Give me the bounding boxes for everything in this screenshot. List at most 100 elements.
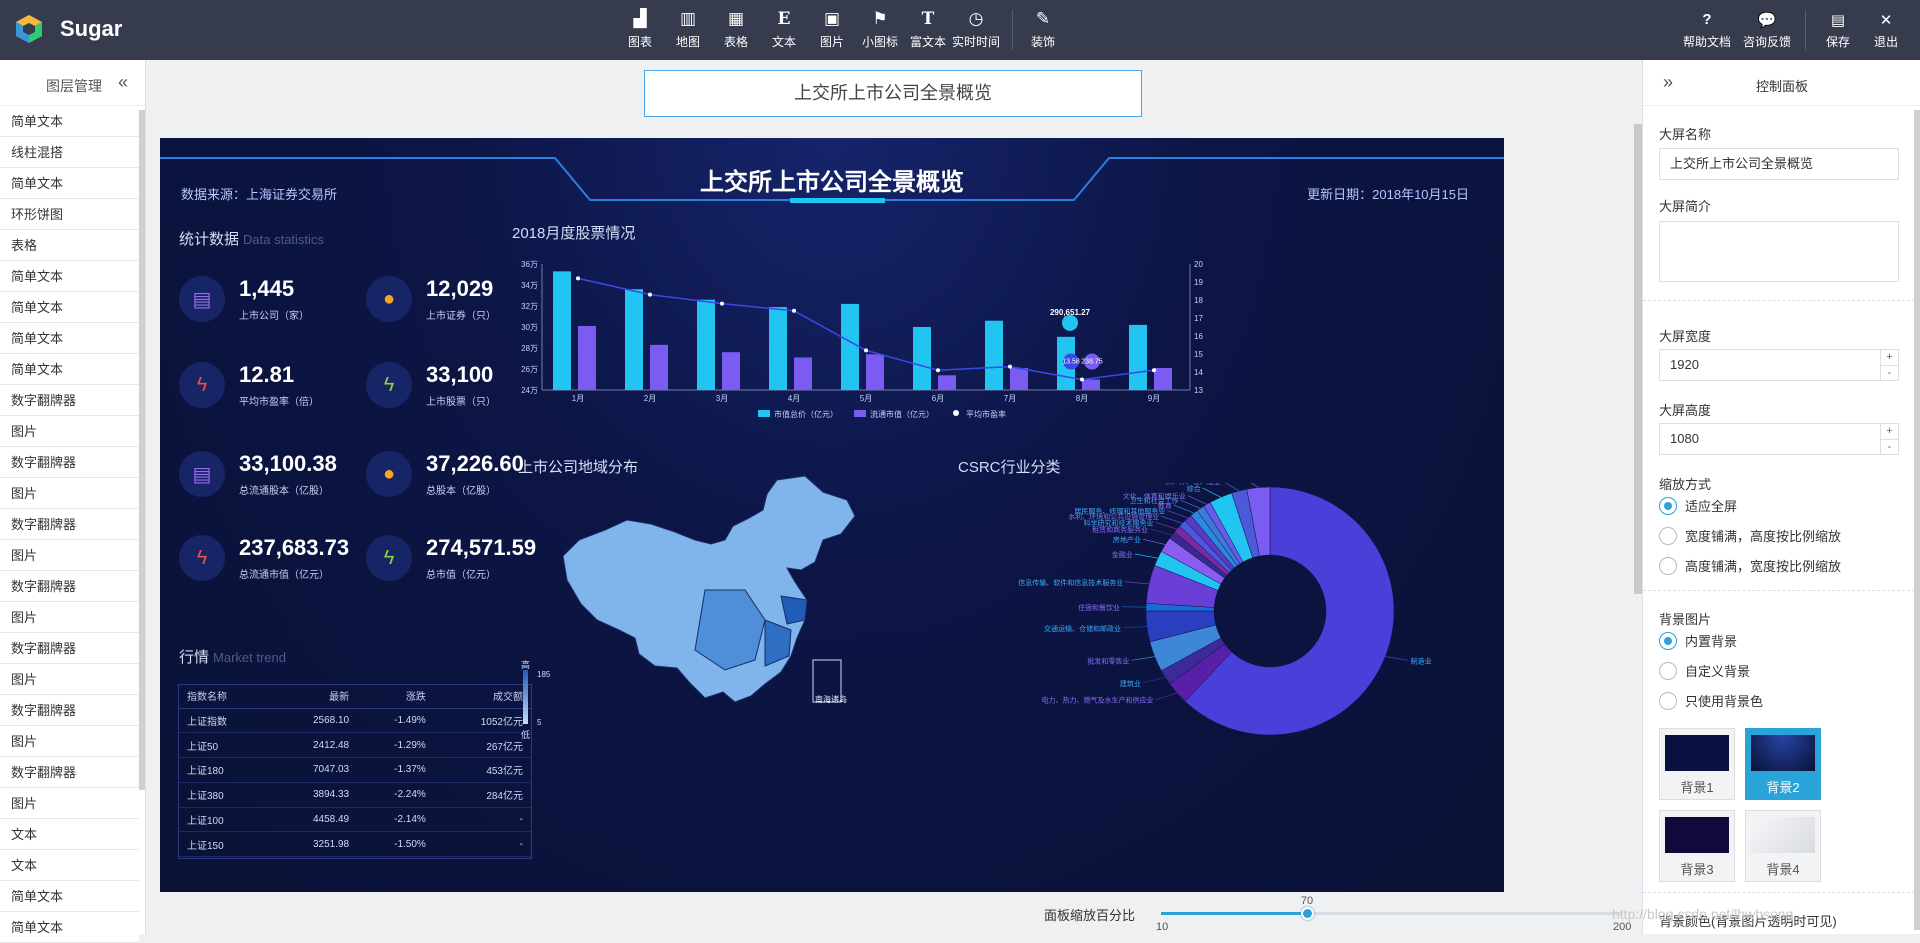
layer-item[interactable]: 线柱混搭 bbox=[0, 137, 139, 168]
layer-item[interactable]: 图片 bbox=[0, 478, 139, 509]
stat-card: ▤33,100.38总流通股本（亿股） bbox=[179, 449, 359, 505]
label-leader bbox=[1155, 693, 1177, 700]
label-leader bbox=[1385, 657, 1408, 661]
layer-item[interactable]: 数字翻牌器 bbox=[0, 571, 139, 602]
layer-item[interactable]: 环形饼图 bbox=[0, 199, 139, 230]
canvas-area: 上交所上市公司全景概览 上交所上市公司全景概览 数据来源：上海证券交易所 更新日… bbox=[147, 60, 1642, 934]
tool-icon-button[interactable]: ⚑小图标 bbox=[856, 0, 904, 60]
tool-map-button[interactable]: ▥地图 bbox=[664, 0, 712, 60]
tool-table-button[interactable]: ▦表格 bbox=[712, 0, 760, 60]
decrement-button[interactable]: - bbox=[1880, 439, 1898, 454]
legend-label: 平均市盈率 bbox=[966, 409, 1006, 419]
layer-item[interactable]: 文本 bbox=[0, 819, 139, 850]
bg-thumbnail bbox=[1665, 735, 1729, 771]
scale-option-height[interactable]: 高度铺满，宽度按比例缩放 bbox=[1659, 556, 1841, 575]
screen-title-input[interactable]: 上交所上市公司全景概览 bbox=[644, 70, 1142, 117]
layer-item[interactable]: 简单文本 bbox=[0, 168, 139, 199]
layer-item[interactable]: 图片 bbox=[0, 726, 139, 757]
canvas-scrollbar[interactable] bbox=[1634, 124, 1642, 594]
stat-value: 12,029 bbox=[426, 276, 493, 302]
bar-chart-title: 2018月度股票情况 bbox=[512, 222, 635, 243]
layer-item[interactable]: 数字翻牌器 bbox=[0, 695, 139, 726]
layer-item[interactable]: 简单文本 bbox=[0, 261, 139, 292]
tool-richtext-button[interactable]: T富文本 bbox=[904, 0, 952, 60]
tool-decoration-button[interactable]: ✎装饰 bbox=[1019, 0, 1067, 60]
layer-item[interactable]: 简单文本 bbox=[0, 912, 139, 943]
control-scrollbar[interactable] bbox=[1914, 110, 1920, 930]
label-leader bbox=[1161, 516, 1182, 523]
layer-item[interactable]: 图片 bbox=[0, 416, 139, 447]
y2-tick-label: 16 bbox=[1194, 332, 1203, 341]
slice-label: 居民服务、修理和其他服务业 bbox=[1074, 506, 1165, 515]
width-value: 1920 bbox=[1670, 357, 1699, 372]
tool-clock-button[interactable]: ◷实时时间 bbox=[952, 0, 1000, 60]
table-cell: 1052亿元 bbox=[434, 708, 531, 733]
collapse-left-icon[interactable]: « bbox=[118, 72, 128, 93]
bg-option-builtin[interactable]: 内置背景 bbox=[1659, 631, 1737, 650]
save-button[interactable]: ▤保存 bbox=[1814, 0, 1862, 60]
bg-preset-3[interactable]: 背景3 bbox=[1659, 810, 1735, 882]
layer-item[interactable]: 图片 bbox=[0, 664, 139, 695]
bg-option-color-only[interactable]: 只使用背景色 bbox=[1659, 691, 1763, 710]
screen-name-input[interactable]: 上交所上市公司全景概览 bbox=[1659, 148, 1899, 180]
layer-item[interactable]: 表格 bbox=[0, 230, 139, 261]
layer-item[interactable]: 图片 bbox=[0, 540, 139, 571]
exit-button[interactable]: ✕退出 bbox=[1862, 0, 1910, 60]
zoom-slider-handle[interactable] bbox=[1301, 907, 1314, 920]
tool-chart-button[interactable]: ▟图表 bbox=[616, 0, 664, 60]
tool-image-button[interactable]: ▣图片 bbox=[808, 0, 856, 60]
stat-value: 33,100 bbox=[426, 362, 493, 388]
layer-item[interactable]: 图片 bbox=[0, 788, 139, 819]
layer-item[interactable]: 数字翻牌器 bbox=[0, 509, 139, 540]
market-title-en: Market trend bbox=[213, 650, 286, 665]
bg-preset-2[interactable]: 背景2 bbox=[1745, 728, 1821, 800]
stats-title-en: Data statistics bbox=[243, 232, 324, 247]
y-tick-label: 24万 bbox=[521, 386, 538, 395]
screen-height-label: 大屏高度 bbox=[1659, 400, 1711, 419]
bg-option-custom[interactable]: 自定义背景 bbox=[1659, 661, 1750, 680]
layer-item[interactable]: 简单文本 bbox=[0, 323, 139, 354]
y2-tick-label: 13 bbox=[1194, 386, 1203, 395]
screen-intro-textarea[interactable] bbox=[1659, 221, 1899, 282]
zoom-slider[interactable] bbox=[1161, 912, 1623, 915]
layer-item[interactable]: 数字翻牌器 bbox=[0, 757, 139, 788]
screen-height-input[interactable]: 1080+- bbox=[1659, 423, 1899, 455]
clipboard-icon: ▤ bbox=[179, 451, 225, 497]
increment-button[interactable]: + bbox=[1880, 424, 1898, 439]
pe-ratio-point bbox=[648, 293, 652, 297]
collapse-right-icon[interactable]: » bbox=[1663, 72, 1673, 93]
decrement-button[interactable]: - bbox=[1880, 365, 1898, 380]
tool-text-button[interactable]: E文本 bbox=[760, 0, 808, 60]
label-leader bbox=[1174, 505, 1194, 513]
layer-item[interactable]: 文本 bbox=[0, 850, 139, 881]
label-leader bbox=[1150, 529, 1172, 535]
help-docs-button[interactable]: ?帮助文档 bbox=[1677, 0, 1737, 60]
layer-item[interactable]: 图片 bbox=[0, 602, 139, 633]
pie-chart-title: CSRC行业分类 bbox=[958, 456, 1061, 477]
update-date: 更新日期：2018年10月15日 bbox=[1307, 184, 1469, 203]
dashboard-title: 上交所上市公司全景概览 bbox=[160, 162, 1504, 197]
layer-item[interactable]: 简单文本 bbox=[0, 881, 139, 912]
layer-item[interactable]: 简单文本 bbox=[0, 354, 139, 385]
tool-label: 文本 bbox=[772, 33, 796, 50]
scale-option-width[interactable]: 宽度铺满，高度按比例缩放 bbox=[1659, 526, 1841, 545]
layer-item[interactable]: 简单文本 bbox=[0, 106, 139, 137]
layer-scrollbar[interactable] bbox=[139, 110, 145, 790]
layer-item[interactable]: 简单文本 bbox=[0, 292, 139, 323]
bg-preset-1[interactable]: 背景1 bbox=[1659, 728, 1735, 800]
stat-value: 274,571.59 bbox=[426, 535, 536, 561]
bg-preset-4[interactable]: 背景4 bbox=[1745, 810, 1821, 882]
y2-tick-label: 20 bbox=[1194, 260, 1203, 269]
layer-item[interactable]: 数字翻牌器 bbox=[0, 447, 139, 478]
increment-button[interactable]: + bbox=[1880, 350, 1898, 365]
layer-item[interactable]: 数字翻牌器 bbox=[0, 385, 139, 416]
top-toolbar: Sugar ▟图表 ▥地图 ▦表格 E文本 ▣图片 ⚑小图标 T富文本 ◷实时时… bbox=[0, 0, 1920, 60]
layer-item[interactable]: 数字翻牌器 bbox=[0, 633, 139, 664]
slice-label: 房地产业 bbox=[1113, 535, 1141, 544]
feedback-button[interactable]: 💬咨询反馈 bbox=[1737, 0, 1797, 60]
screen-width-input[interactable]: 1920 +- bbox=[1659, 349, 1899, 381]
dashboard-preview[interactable]: 上交所上市公司全景概览 数据来源：上海证券交易所 更新日期：2018年10月15… bbox=[160, 138, 1504, 892]
scale-option-fit[interactable]: 适应全屏 bbox=[1659, 496, 1737, 515]
bar-float-value bbox=[866, 354, 884, 390]
tool-label: 地图 bbox=[676, 33, 700, 50]
